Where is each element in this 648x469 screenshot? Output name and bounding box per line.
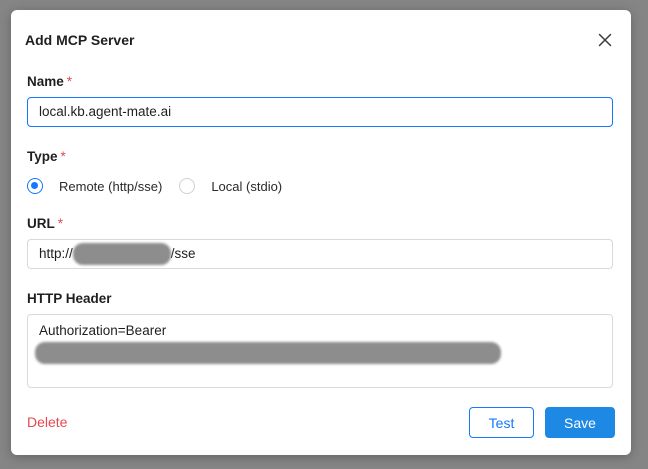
type-radio-group: Remote (http/sse) Local (stdio) [27,175,299,197]
radio-remote-label: Remote (http/sse) [59,178,163,194]
dialog-title: Add MCP Server [25,32,135,48]
name-label-text: Name [27,74,64,89]
close-icon [595,30,615,50]
name-input-value: local.kb.agent-mate.ai [39,104,172,119]
type-label-text: Type [27,149,58,164]
name-label: Name * [27,74,72,89]
required-mark: * [57,216,64,231]
type-label: Type * [27,149,66,164]
url-label: URL * [27,216,63,231]
url-prefix: http:// [39,246,73,261]
required-mark: * [60,149,66,164]
redacted-host [72,243,171,265]
radio-local-label: Local (stdio) [211,178,283,194]
http-header-label-text: HTTP Header [27,291,112,306]
url-suffix: /sse [170,246,196,261]
delete-button[interactable]: Delete [27,414,67,430]
radio-local-stdio[interactable]: Local (stdio) [179,178,282,194]
add-mcp-server-dialog: Add MCP Server Name * local.kb.agent-mate… [11,10,631,455]
radio-remote-http-sse[interactable]: Remote (http/sse) [27,178,162,194]
radio-checked-icon [27,178,43,194]
redacted-token [35,342,501,364]
save-button[interactable]: Save [545,407,615,438]
http-header-textarea[interactable]: Authorization=Bearer [27,314,613,388]
required-mark: * [66,74,73,89]
url-label-text: URL [27,216,55,231]
test-button[interactable]: Test [469,407,534,438]
radio-unchecked-icon [179,178,196,194]
http-header-line: Authorization=Bearer [39,323,167,338]
url-input[interactable]: http:// /sse [27,239,613,269]
name-input[interactable]: local.kb.agent-mate.ai [27,97,613,127]
http-header-label: HTTP Header [27,291,112,306]
close-button[interactable] [595,30,615,50]
